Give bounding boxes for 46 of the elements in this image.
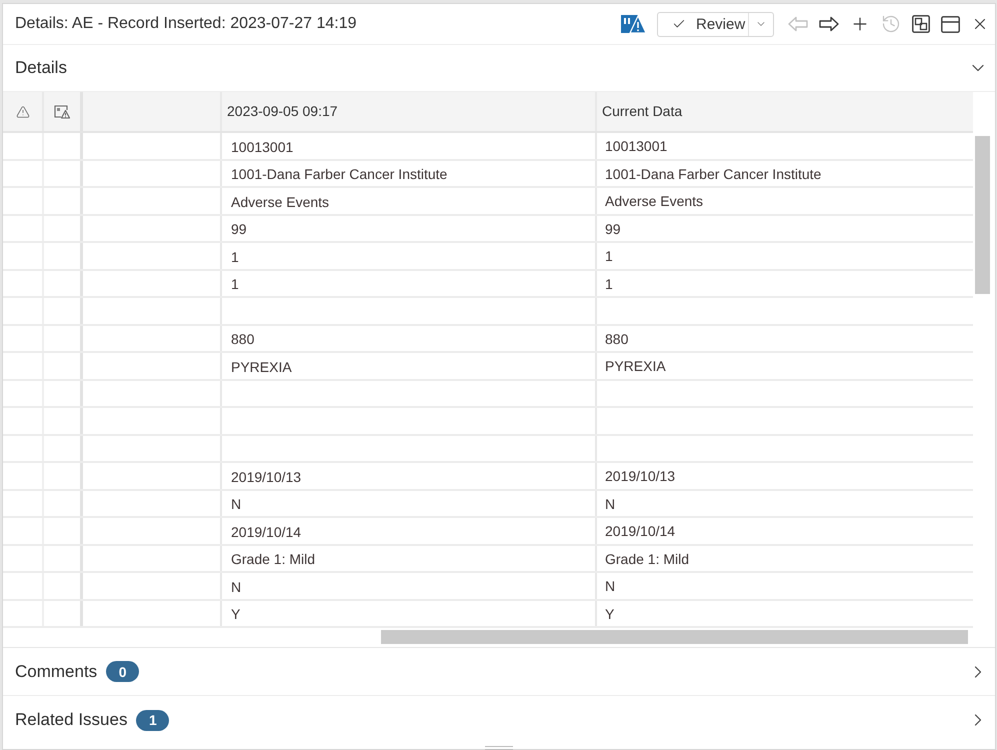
warning-icon: [16, 104, 30, 118]
table-cell-text: 1001-Dana Farber Cancer Institute: [605, 164, 822, 184]
forward-arrow-icon[interactable]: [819, 16, 839, 32]
column-header[interactable]: Current Data: [597, 92, 971, 131]
table-cell-text: 2019/10/14: [605, 522, 676, 541]
layout-icon[interactable]: [912, 15, 930, 33]
column-header[interactable]: 2023-09-05 09:17: [222, 92, 597, 131]
image-warning-icon: [54, 104, 70, 118]
table-cell-text: 880: [231, 330, 254, 349]
table-cell-text: 1: [231, 248, 239, 266]
table-cell-text: 10013001: [605, 137, 668, 156]
table-cell-text: N: [605, 577, 616, 596]
table-cell-text: Adverse Events: [605, 192, 704, 211]
table-cell-text: 2019/10/13: [605, 467, 676, 486]
count-badge: 0: [106, 661, 140, 682]
table-cell-text: 880: [605, 330, 628, 348]
table-cell-text: 2019/10/13: [231, 468, 302, 486]
table-cell-text: Y: [231, 605, 240, 624]
window-icon[interactable]: [941, 16, 960, 32]
section-title: Comments: [15, 660, 98, 683]
table-cell-text: 99: [605, 220, 621, 238]
table-cell-text: 1001-Dana Farber Cancer Institute: [231, 165, 448, 184]
resize-grip-icon[interactable]: [485, 746, 513, 750]
table-cell-text: N: [605, 494, 616, 514]
table-cell-text: 10013001: [231, 138, 294, 156]
scrollbar-thumb[interactable]: [975, 136, 990, 294]
count-badge: 1: [136, 710, 170, 730]
table-cell-text: PYREXIA: [231, 358, 292, 376]
review-button[interactable]: Review: [657, 12, 774, 36]
table-cell-text: 99: [231, 220, 247, 239]
table-cell-text: Adverse Events: [231, 192, 330, 212]
scrollbar-thumb[interactable]: [381, 630, 968, 644]
table-cell-text: Y: [605, 604, 614, 624]
table-cell-text: 1: [231, 275, 239, 294]
table-cell-text: 1: [605, 274, 613, 294]
table-cell-text: N: [231, 495, 242, 514]
table-cell-text: Grade 1: Mild: [231, 550, 316, 569]
section-title: Details: [15, 57, 67, 80]
alert-flag-icon[interactable]: [621, 15, 646, 33]
table-cell-text: N: [231, 578, 242, 596]
table-cell-text: Grade 1: Mild: [605, 550, 690, 568]
window-title: Details: AE - Record Inserted: 2023-07-27 14:19: [15, 14, 357, 34]
section-title: Related Issues: [15, 709, 128, 732]
table-cell-text: 2019/10/14: [231, 522, 302, 542]
table-cell-text: 1: [605, 247, 613, 266]
table-cell-text: PYREXIA: [605, 357, 666, 376]
